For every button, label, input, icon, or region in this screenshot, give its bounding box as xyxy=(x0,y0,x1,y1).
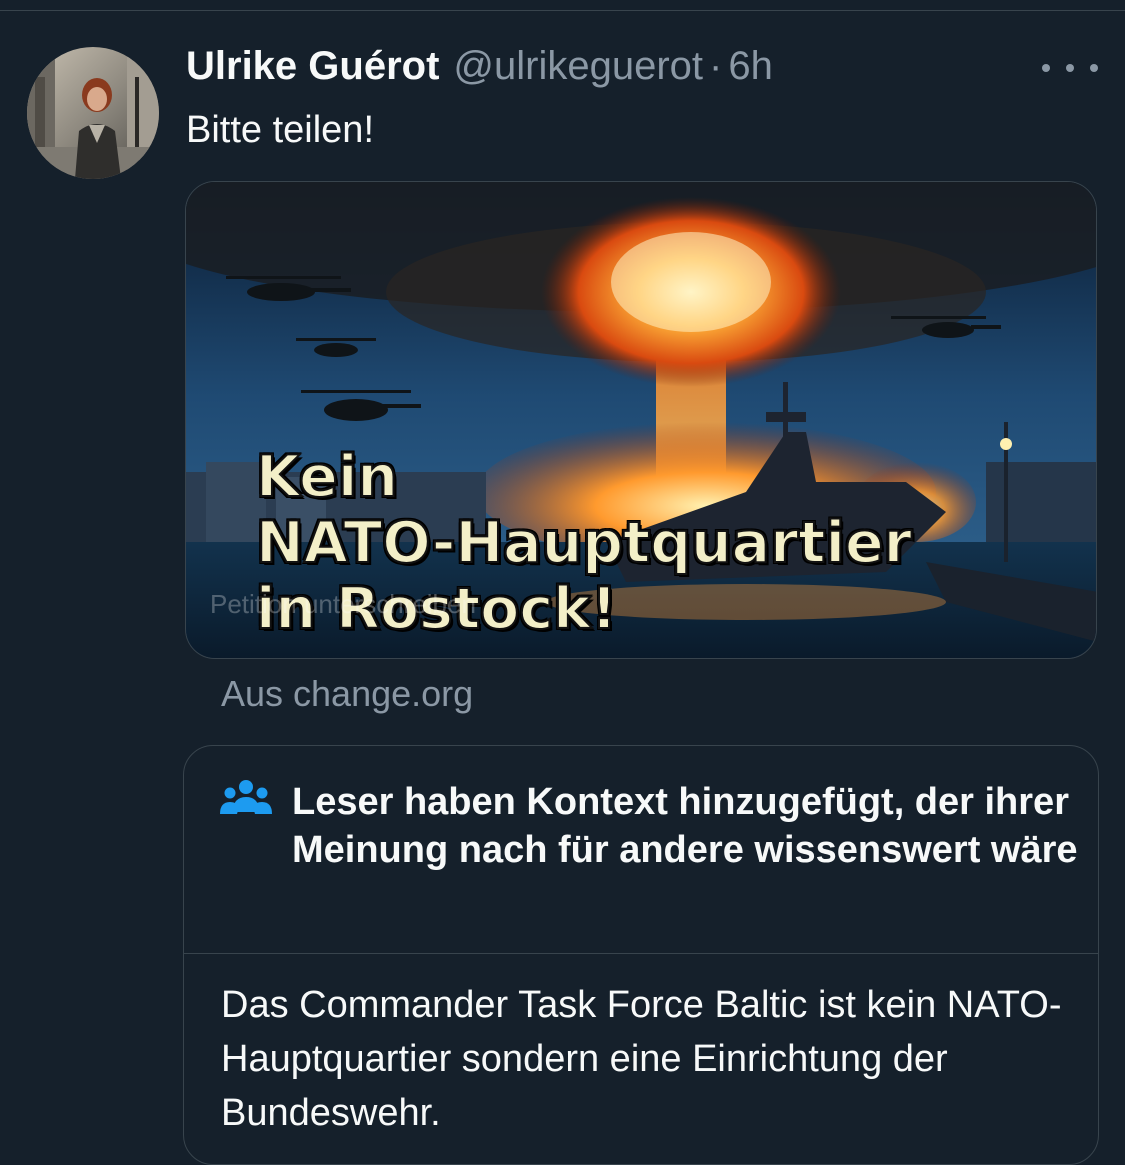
more-dot xyxy=(1066,64,1074,72)
petition-watermark-text: Petition unterschreiben xyxy=(210,589,476,619)
more-horizontal-icon[interactable] xyxy=(1042,56,1098,80)
tweet-header: Ulrike Guérot @ulrikeguerot · 6h xyxy=(186,44,773,92)
tweet-text: Bitte teilen! xyxy=(186,109,374,151)
community-note-body: Das Commander Task Force Baltic ist kein… xyxy=(221,984,1062,1134)
avatar-photo xyxy=(27,47,159,179)
tweet-timestamp[interactable]: 6h xyxy=(728,44,773,89)
more-dot xyxy=(1090,64,1098,72)
media-card[interactable]: Kein NATO-Hauptquartier in Rostock! Peti… xyxy=(185,181,1097,659)
community-note-title: Leser haben Kontext hinzugefügt, der ihr… xyxy=(292,781,1078,871)
more-dot xyxy=(1042,64,1050,72)
overlay-line: Kein xyxy=(255,443,399,511)
author-handle[interactable]: @ulrikeguerot xyxy=(453,44,703,89)
separator-dot: · xyxy=(709,44,723,88)
community-note-header: Leser haben Kontext hinzugefügt, der ihr… xyxy=(220,778,1080,874)
link-source[interactable]: Aus change.org xyxy=(221,672,473,716)
author-avatar[interactable] xyxy=(27,47,159,179)
top-divider xyxy=(0,10,1125,11)
community-note-card[interactable]: Leser haben Kontext hinzugefügt, der ihr… xyxy=(183,745,1099,1165)
overlay-line: NATO-Hauptquartier xyxy=(255,509,913,577)
community-note-divider xyxy=(184,953,1098,954)
community-people-icon xyxy=(220,780,272,814)
author-name[interactable]: Ulrike Guérot xyxy=(186,44,439,89)
